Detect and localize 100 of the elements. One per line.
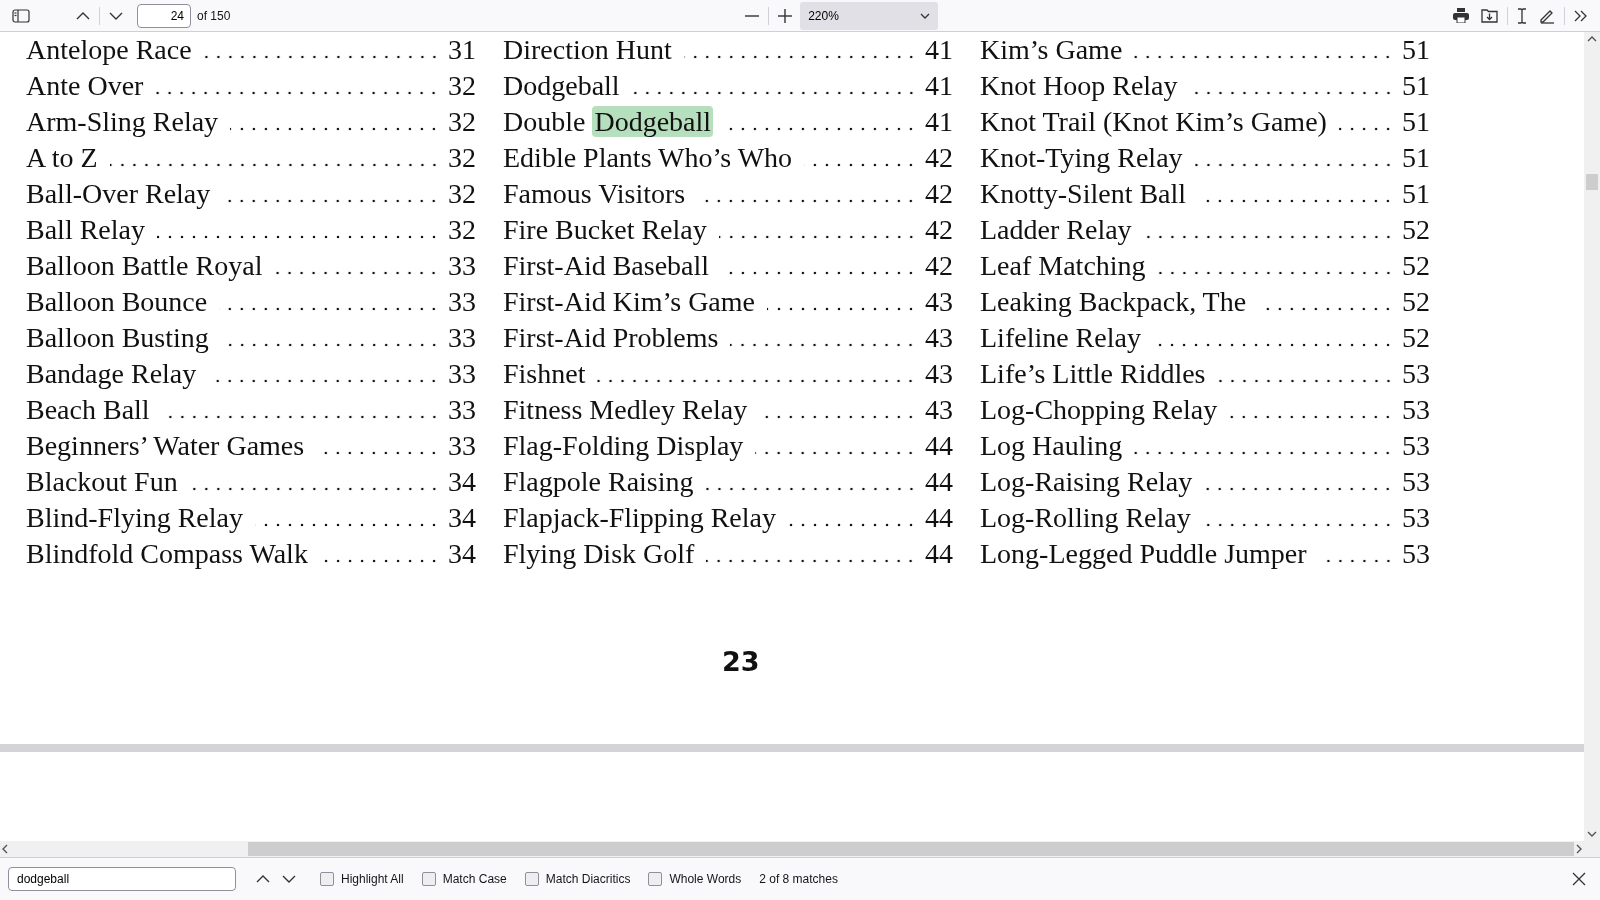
entry-title: Bandage Relay — [26, 358, 197, 390]
page-reference: 42 — [925, 250, 953, 282]
sidebar-icon — [12, 8, 30, 23]
page-count: of 150 — [197, 8, 231, 23]
page-reference: 33 — [448, 322, 476, 354]
page-reference: 32 — [448, 178, 476, 210]
entry-title: Direction Hunt — [503, 34, 672, 66]
entry-title: Knot-Tying Relay — [980, 142, 1183, 174]
page-reference: 41 — [925, 70, 953, 102]
entry-title: Fire Bucket Relay — [503, 214, 707, 246]
page-reference: 33 — [448, 286, 476, 318]
entry-title: Balloon Bounce — [26, 286, 208, 318]
entry-title: Edible Plants Who’s Who — [503, 142, 793, 174]
entry-title: Ladder Relay — [980, 214, 1132, 246]
page-reference: 52 — [1402, 214, 1430, 246]
vertical-scrollbar[interactable] — [1584, 32, 1600, 841]
page-reference: 42 — [925, 142, 953, 174]
entry-title: Flying Disk Golf — [503, 538, 695, 570]
option-label[interactable]: Match Case — [442, 872, 507, 886]
scrollbar-thumb[interactable] — [248, 842, 1574, 856]
entry-title: Leaking Backpack, The — [980, 286, 1247, 318]
page-reference: 43 — [925, 394, 953, 426]
match-count: 2 of 8 matches — [759, 872, 838, 886]
option-label[interactable]: Highlight All — [341, 872, 404, 886]
page-reference: 33 — [448, 250, 476, 282]
checkbox[interactable] — [421, 872, 436, 886]
page-reference: 53 — [1402, 466, 1430, 498]
entry-title: Fitness Medley Relay — [503, 394, 748, 426]
page-reference: 53 — [1402, 502, 1430, 534]
entry-title: Log Hauling — [980, 430, 1123, 462]
page-reference: 52 — [1402, 250, 1430, 282]
entry-title: Lifeline Relay — [980, 322, 1141, 354]
save-icon — [1481, 8, 1498, 23]
entry-title: Beach Ball — [26, 394, 150, 426]
entry-title: Ball Relay — [26, 214, 145, 246]
page-reference: 52 — [1402, 286, 1430, 318]
zoom-dropdown[interactable]: 220% — [800, 1, 939, 30]
page-reference: 42 — [925, 178, 953, 210]
entry-title: Blindfold Compass Walk — [26, 538, 308, 570]
entry-title: Beginners’ Water Games — [26, 430, 305, 462]
page-reference: 31 — [448, 34, 476, 66]
entry-title: Knot Hoop Relay — [980, 70, 1178, 102]
entry-title: Balloon Busting — [26, 322, 209, 354]
entry-title: First-Aid Problems — [503, 322, 719, 354]
page-reference: 51 — [1402, 34, 1430, 66]
option-label[interactable]: Match Diacritics — [545, 872, 631, 886]
page-reference: 34 — [448, 502, 476, 534]
page-number-field[interactable]: 24 — [137, 3, 191, 28]
page-reference: 43 — [925, 286, 953, 318]
page-reference: 51 — [1402, 70, 1430, 102]
page-reference: 52 — [1402, 322, 1430, 354]
page-reference: 53 — [1402, 430, 1430, 462]
page-reference: 32 — [448, 106, 476, 138]
checkbox[interactable] — [524, 872, 539, 886]
chevron-up-icon — [256, 875, 270, 883]
page-reference: 33 — [448, 358, 476, 390]
page-footer-number: 23 — [722, 646, 760, 677]
scrollbar-thumb[interactable] — [1586, 174, 1598, 190]
page-reference: 32 — [448, 214, 476, 246]
entry-title: Log-Chopping Relay — [980, 394, 1218, 426]
close-icon — [1572, 872, 1586, 886]
page-reference: 34 — [448, 538, 476, 570]
caret-icon — [920, 12, 931, 19]
entry-title: Blackout Fun — [26, 466, 178, 498]
page-reference: 43 — [925, 322, 953, 354]
page-reference: 42 — [925, 214, 953, 246]
page-reference: 41 — [925, 34, 953, 66]
entry-title: Famous Visitors — [503, 178, 686, 210]
page-reference: 51 — [1402, 178, 1430, 210]
horizontal-scrollbar[interactable] — [0, 841, 1600, 857]
minus-icon — [745, 14, 760, 17]
entry-title: Blind-Flying Relay — [26, 502, 243, 534]
option-label[interactable]: Whole Words — [669, 872, 742, 886]
page-reference: 44 — [925, 502, 953, 534]
entry-title: Log-Raising Relay — [980, 466, 1193, 498]
entry-title: A to Z — [26, 142, 98, 174]
page-reference: 34 — [448, 466, 476, 498]
checkbox[interactable] — [648, 872, 663, 886]
entry-title: Flagpole Raising — [503, 466, 694, 498]
entry-title: Fishnet — [503, 358, 586, 390]
page-reference: 44 — [925, 538, 953, 570]
entry-title: Double Dodgeball — [503, 106, 714, 138]
chevron-down-icon — [109, 11, 123, 20]
search-match-highlight: Dodgeball — [592, 106, 714, 137]
entry-title: Dodgeball — [503, 70, 620, 102]
entry-title: Leaf Matching — [980, 250, 1146, 282]
page-reference: 32 — [448, 142, 476, 174]
entry-title: Life’s Little Riddles — [980, 358, 1206, 390]
entry-title: Knotty-Silent Ball — [980, 178, 1187, 210]
page-reference: 53 — [1402, 358, 1430, 390]
plus-icon — [778, 8, 793, 23]
page-reference: 53 — [1402, 394, 1430, 426]
find-field[interactable]: dodgeball — [8, 867, 236, 891]
entry-title: Kim’s Game — [980, 34, 1123, 66]
entry-title: Ball-Over Relay — [26, 178, 211, 210]
print-icon — [1453, 8, 1469, 23]
page-reference: 43 — [925, 358, 953, 390]
checkbox[interactable] — [320, 872, 334, 886]
text-cursor-icon — [1517, 7, 1527, 24]
entry-title: First-Aid Kim’s Game — [503, 286, 755, 318]
